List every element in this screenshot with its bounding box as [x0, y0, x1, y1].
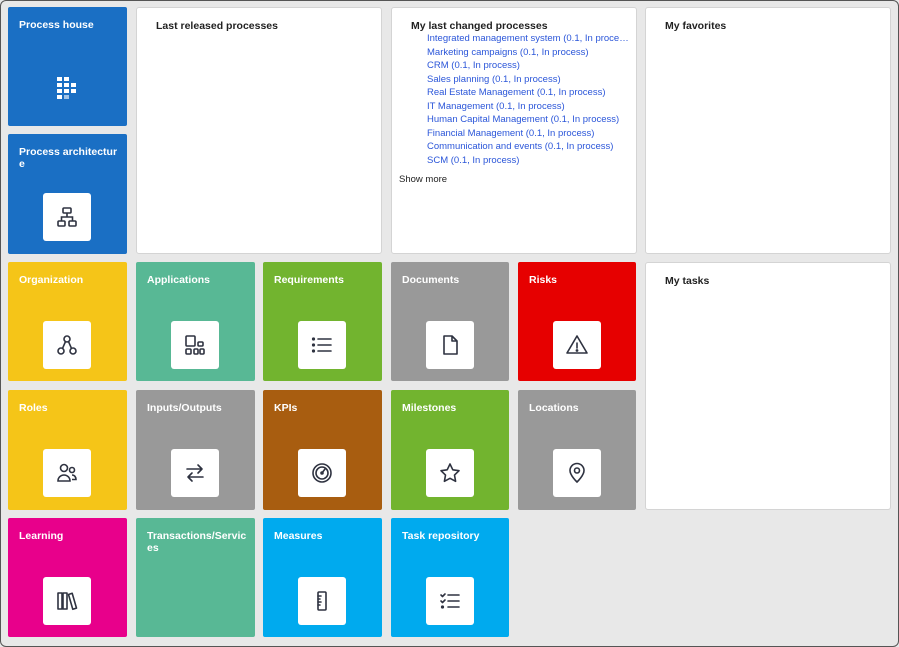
tile-transactions-services[interactable]: Transactions/Services	[136, 518, 255, 637]
apps-icon	[185, 335, 205, 355]
list-item[interactable]: Communication and events (0.1, In proces…	[427, 140, 629, 154]
panel-last-released: Last released processes	[136, 7, 382, 254]
process-link[interactable]: IT Management (0.1, In process)	[427, 101, 565, 112]
process-list: Integrated management system (0.1, In pr…	[399, 32, 629, 167]
list-item[interactable]: Sales planning (0.1, In process)	[427, 73, 629, 87]
icon-box	[43, 449, 91, 497]
process-link[interactable]: Financial Management (0.1, In process)	[427, 128, 594, 139]
tile-process-architecture[interactable]: Process architecture	[8, 134, 127, 254]
icon-box	[298, 577, 346, 625]
tile-label: Risks	[529, 274, 558, 286]
warning-icon	[566, 335, 588, 354]
tile-label: Learning	[19, 530, 64, 542]
panel-title: Last released processes	[156, 20, 278, 32]
process-link[interactable]: Human Capital Management (0.1, In proces…	[427, 114, 619, 125]
tile-label: Organization	[19, 274, 84, 286]
tile-inputs-outputs[interactable]: Inputs/Outputs	[136, 390, 255, 510]
tile-milestones[interactable]: Milestones	[391, 390, 509, 510]
ruler-icon	[317, 591, 327, 611]
list-item[interactable]: Integrated management system (0.1, In pr…	[427, 32, 629, 46]
icon-box	[553, 449, 601, 497]
checklist-icon	[440, 593, 460, 609]
org-chart-icon	[57, 335, 77, 355]
swap-arrows-icon	[186, 464, 204, 482]
tile-documents[interactable]: Documents	[391, 262, 509, 381]
tile-task-repository[interactable]: Task repository	[391, 518, 509, 637]
tile-applications[interactable]: Applications	[136, 262, 255, 381]
tile-learning[interactable]: Learning	[8, 518, 127, 637]
dashboard: Process house Last released processes My…	[0, 0, 899, 647]
panel-title: My last changed processes	[411, 20, 548, 32]
process-link[interactable]: Integrated management system (0.1, In pr…	[427, 33, 629, 44]
icon-box	[43, 193, 91, 241]
process-link[interactable]: Marketing campaigns (0.1, In process)	[427, 47, 589, 58]
star-icon	[440, 463, 460, 483]
document-icon	[443, 335, 458, 355]
process-link[interactable]: Sales planning (0.1, In process)	[427, 74, 561, 85]
icon-box	[171, 321, 219, 369]
list-item[interactable]: Real Estate Management (0.1, In process)	[427, 86, 629, 100]
users-icon	[57, 463, 77, 482]
panel-tasks: My tasks	[645, 262, 891, 510]
tile-locations[interactable]: Locations	[518, 390, 636, 510]
tile-label: Process house	[19, 19, 94, 31]
tile-process-house[interactable]: Process house	[8, 7, 127, 126]
tile-label: Process architecture	[19, 146, 118, 170]
tile-label: KPIs	[274, 402, 298, 414]
tile-label: Transactions/Services	[147, 530, 247, 554]
books-icon	[57, 592, 78, 611]
process-link[interactable]: SCM (0.1, In process)	[427, 155, 519, 166]
list-item[interactable]: Marketing campaigns (0.1, In process)	[427, 46, 629, 60]
tile-label: Documents	[402, 274, 460, 286]
list-item[interactable]: Human Capital Management (0.1, In proces…	[427, 113, 629, 127]
process-link[interactable]: Communication and events (0.1, In proces…	[427, 141, 613, 152]
map-pin-icon	[569, 462, 585, 484]
list-item[interactable]: Financial Management (0.1, In process)	[427, 127, 629, 141]
tile-label: Applications	[147, 274, 211, 286]
icon-box	[426, 577, 474, 625]
tile-label: Task repository	[402, 530, 480, 542]
tile-label: Measures	[274, 530, 323, 542]
hierarchy-icon	[57, 207, 77, 227]
list-icon	[311, 337, 332, 353]
icon-box	[298, 449, 346, 497]
tile-risks[interactable]: Risks	[518, 262, 636, 381]
icon-box	[426, 449, 474, 497]
panel-title: My tasks	[665, 275, 710, 287]
tile-measures[interactable]: Measures	[263, 518, 382, 637]
icon-box	[553, 321, 601, 369]
panel-favorites: My favorites	[645, 7, 891, 254]
icon-box	[171, 449, 219, 497]
list-item[interactable]: CRM (0.1, In process)	[427, 59, 629, 73]
icon-box	[43, 321, 91, 369]
tile-requirements[interactable]: Requirements	[263, 262, 382, 381]
gauge-icon	[312, 463, 332, 483]
show-more-link[interactable]: Show more	[399, 174, 447, 185]
panel-last-changed: My last changed processes Integrated man…	[391, 7, 637, 254]
tile-label: Milestones	[402, 402, 457, 414]
tile-roles[interactable]: Roles	[8, 390, 127, 510]
list-item[interactable]: SCM (0.1, In process)	[427, 154, 629, 168]
icon-box	[298, 321, 346, 369]
tile-label: Locations	[529, 402, 579, 414]
tile-organization[interactable]: Organization	[8, 262, 127, 381]
icon-box	[43, 577, 91, 625]
tile-label: Inputs/Outputs	[147, 402, 222, 414]
tile-label: Requirements	[274, 274, 345, 286]
list-item[interactable]: IT Management (0.1, In process)	[427, 100, 629, 114]
icon-box	[426, 321, 474, 369]
tile-kpis[interactable]: KPIs	[263, 390, 382, 510]
tile-label: Roles	[19, 402, 48, 414]
panel-title: My favorites	[665, 20, 727, 32]
process-link[interactable]: Real Estate Management (0.1, In process)	[427, 87, 605, 98]
process-link[interactable]: CRM (0.1, In process)	[427, 60, 520, 71]
process-house-icon	[57, 77, 76, 99]
